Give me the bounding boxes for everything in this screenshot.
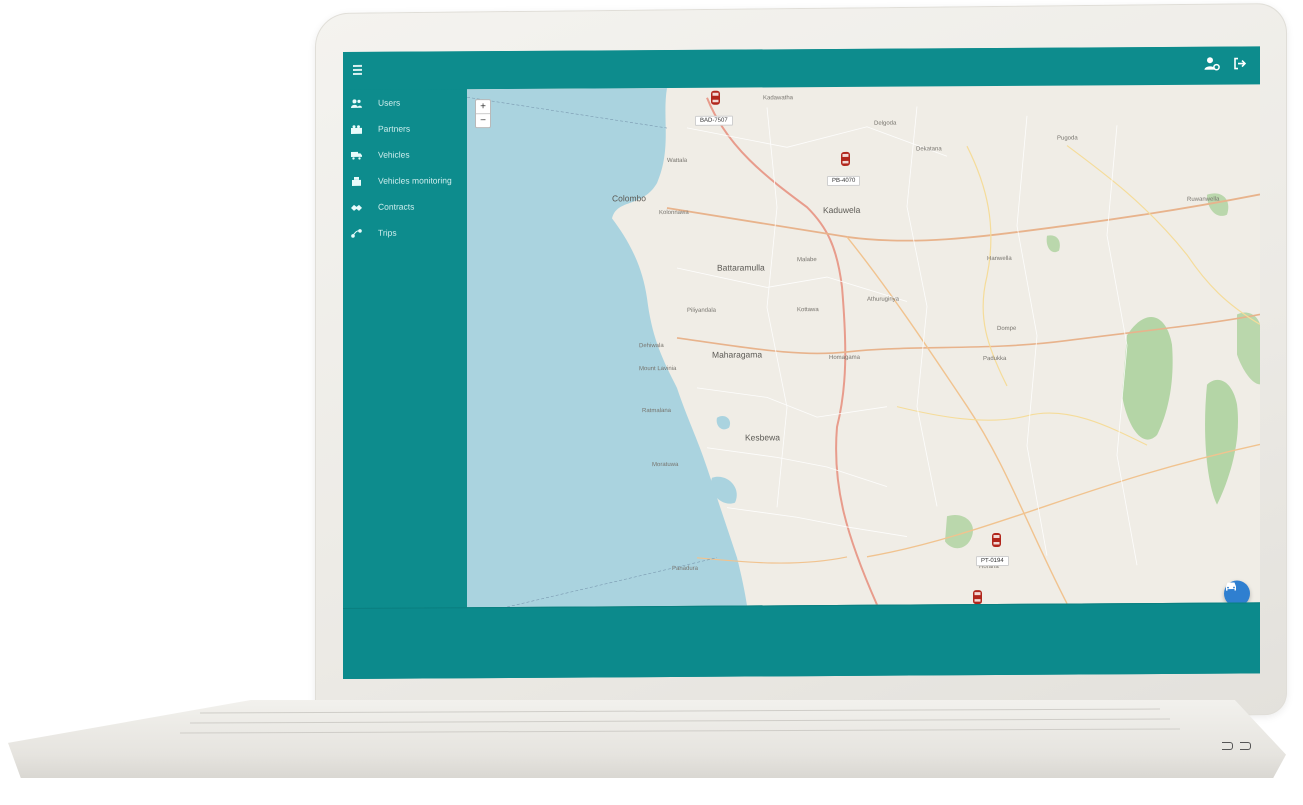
contracts-icon	[351, 202, 362, 211]
place-label: Kaduwela	[823, 204, 861, 216]
zoom-control: + −	[475, 99, 491, 129]
keyboard-keys	[179, 708, 1181, 734]
place-label: Athurugiriya	[867, 296, 900, 303]
place-label: Homagama	[829, 354, 861, 362]
vehicle-plate-label: PB-4070	[827, 175, 861, 187]
partners-icon	[351, 124, 362, 134]
vehicle-plate-label: PT-0194	[976, 555, 1009, 567]
place-label: Delgoda	[874, 120, 897, 127]
place-label: Colombo	[612, 193, 647, 204]
place-label: Ratmalana	[642, 407, 672, 415]
hamburger-icon[interactable]	[353, 64, 362, 75]
usb-port	[1240, 742, 1251, 750]
place-label: Battaramulla	[717, 262, 765, 273]
place-label: Maharagama	[712, 349, 763, 360]
sidebar-item-vehicles-monitoring[interactable]: Vehicles monitoring	[343, 167, 467, 194]
footer-bar	[343, 602, 1260, 679]
sidebar-item-label: Partners	[378, 123, 411, 134]
trips-icon	[351, 228, 362, 238]
place-label: Kesbewa	[745, 432, 780, 443]
sidebar: Users Partners Vehicles Vehicles monitor…	[343, 89, 467, 609]
zoom-out-button[interactable]: −	[476, 113, 490, 128]
place-label: Dekatana	[916, 146, 942, 153]
app-screen: Users Partners Vehicles Vehicles monitor…	[343, 46, 1260, 679]
top-actions	[1204, 55, 1248, 71]
vehicle-marker-icon[interactable]	[710, 90, 721, 106]
sidebar-item-label: Contracts	[378, 201, 415, 212]
place-label: Padukka	[983, 355, 1007, 363]
top-bar	[343, 46, 1260, 90]
sidebar-item-vehicles[interactable]: Vehicles	[343, 141, 467, 168]
usb-port	[1222, 742, 1233, 750]
sidebar-item-users[interactable]: Users	[343, 89, 467, 116]
vehicle-marker-icon[interactable]	[972, 589, 983, 605]
place-label: Kottawa	[797, 307, 819, 314]
place-label: Wattala	[667, 157, 688, 165]
sidebar-item-partners[interactable]: Partners	[343, 115, 467, 142]
place-label: Kolonnawa	[659, 209, 689, 217]
place-label: Panadura	[672, 565, 699, 572]
sidebar-item-trips[interactable]: Trips	[343, 219, 467, 246]
car-icon	[1226, 582, 1236, 591]
zoom-in-button[interactable]: +	[476, 100, 490, 113]
place-label: Moratuwa	[652, 461, 679, 469]
truck-icon	[351, 150, 362, 160]
monitoring-icon	[351, 176, 362, 186]
place-label: Pugoda	[1057, 135, 1078, 142]
place-label: Mount Lavinia	[639, 365, 677, 373]
place-label: Dehiwala	[639, 343, 664, 350]
place-label: Ruwanwella	[1187, 196, 1220, 203]
sidebar-item-label: Users	[378, 97, 401, 108]
sidebar-item-label: Trips	[378, 227, 397, 238]
map-canvas	[467, 88, 1260, 608]
place-label: Dompe	[997, 325, 1017, 333]
place-label: Hanwella	[987, 255, 1012, 263]
map-view[interactable]: + − Colombo Kolonnawa Battaramulla Mahar…	[467, 84, 1260, 608]
place-label: Kadawatha	[763, 95, 794, 102]
vehicle-plate-label: BAD-7507	[695, 115, 733, 126]
logout-icon[interactable]	[1232, 55, 1248, 71]
vehicle-marker-icon[interactable]	[991, 532, 1002, 548]
place-label: Piliyandala	[687, 307, 717, 314]
user-settings-icon[interactable]	[1204, 56, 1220, 72]
sidebar-item-label: Vehicles monitoring	[378, 175, 452, 186]
users-icon	[351, 98, 362, 108]
vehicle-marker-icon[interactable]	[840, 151, 851, 167]
place-label: Malabe	[797, 257, 817, 264]
sidebar-item-label: Vehicles	[378, 149, 410, 160]
sidebar-item-contracts[interactable]: Contracts	[343, 193, 467, 220]
